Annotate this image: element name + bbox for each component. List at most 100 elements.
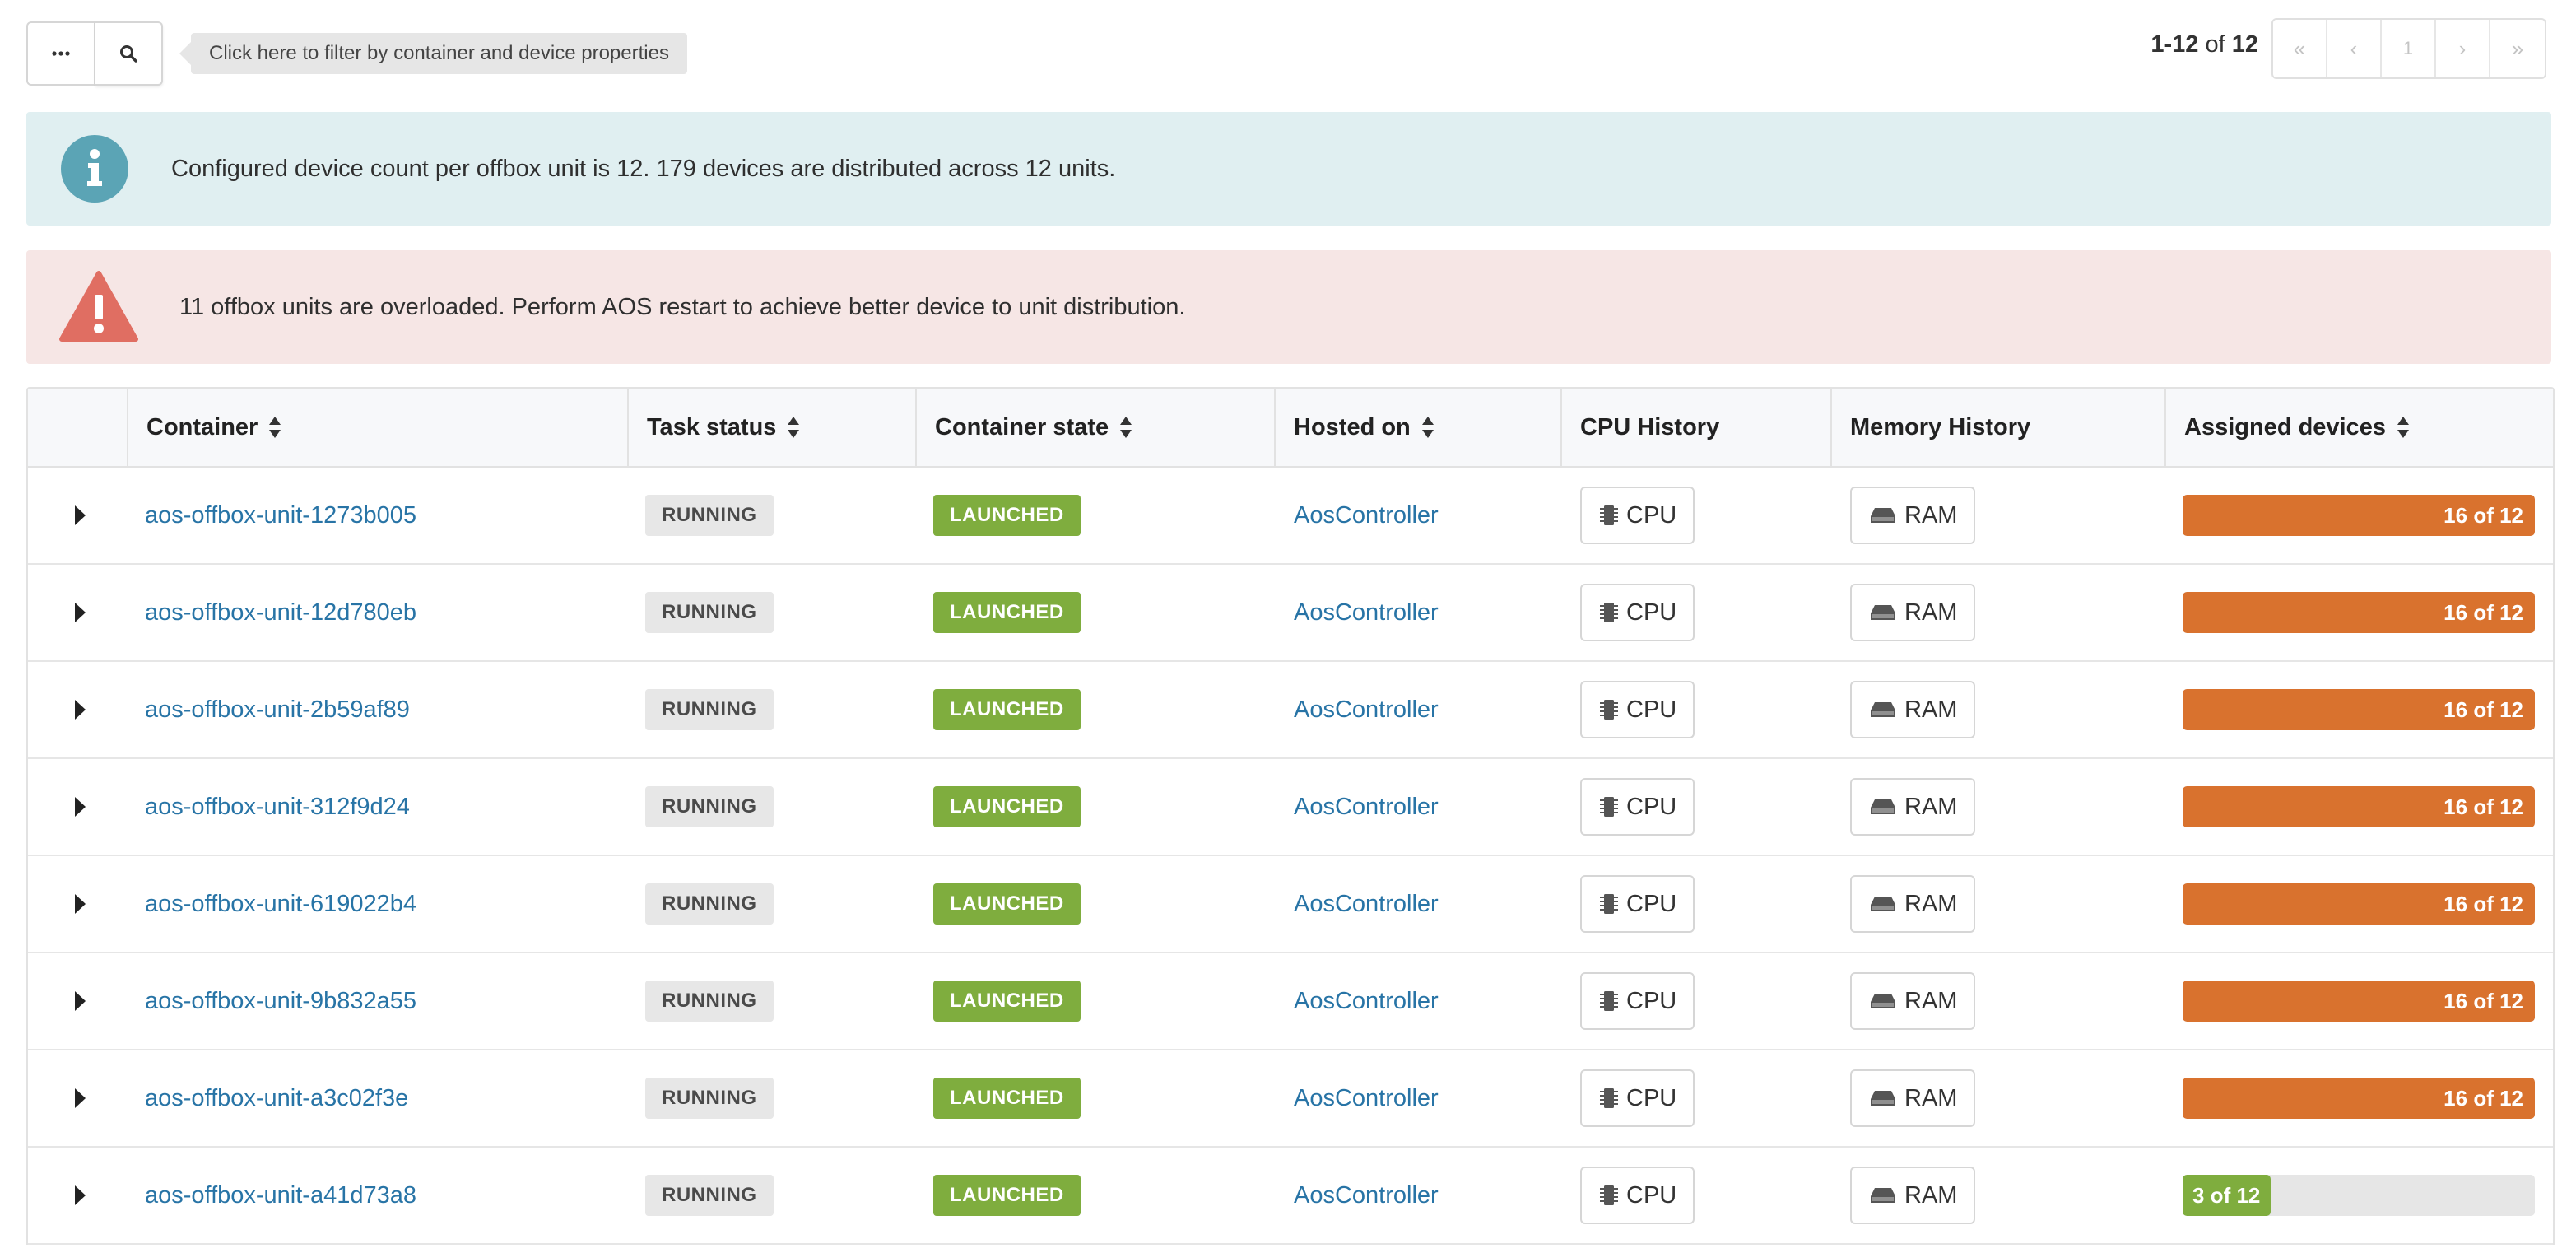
memory-history-button[interactable]: RAM xyxy=(1850,584,1976,641)
sort-icon[interactable] xyxy=(269,417,281,438)
cpu-history-button[interactable]: CPU xyxy=(1580,487,1695,544)
ram-drive-icon xyxy=(1871,702,1895,717)
sort-icon[interactable] xyxy=(1120,417,1132,438)
current-page-button[interactable]: 1 xyxy=(2382,20,2436,77)
hosted-on-link[interactable]: AosController xyxy=(1294,794,1439,821)
memory-history-button[interactable]: RAM xyxy=(1850,778,1976,836)
table-row: aos-offbox-unit-a41d73a8 RUNNING LAUNCHE… xyxy=(28,1148,2553,1245)
container-cell: aos-offbox-unit-a41d73a8 xyxy=(128,1148,629,1243)
assigned-devices-label: 16 of 12 xyxy=(2443,794,2523,819)
container-cell: aos-offbox-unit-12d780eb xyxy=(128,565,629,660)
pagination-of-label: of xyxy=(2205,31,2225,58)
hosted-on-link[interactable]: AosController xyxy=(1294,502,1439,529)
expand-row-toggle[interactable] xyxy=(28,565,128,660)
table-body: aos-offbox-unit-1273b005 RUNNING LAUNCHE… xyxy=(28,468,2553,1245)
container-link[interactable]: aos-offbox-unit-9b832a55 xyxy=(145,988,416,1015)
hosted-on-cell: AosController xyxy=(1276,662,1562,757)
sort-icon[interactable] xyxy=(788,417,800,438)
expand-row-toggle[interactable] xyxy=(28,759,128,855)
first-page-button[interactable]: « xyxy=(2273,20,2327,77)
warning-icon xyxy=(59,271,138,342)
column-header-label: CPU History xyxy=(1580,413,1720,440)
task-status-badge: RUNNING xyxy=(645,1078,774,1119)
expand-row-toggle[interactable] xyxy=(28,856,128,952)
column-header-container[interactable]: Container xyxy=(128,389,629,466)
assigned-devices-label: 16 of 12 xyxy=(2443,696,2523,722)
more-options-button[interactable] xyxy=(26,21,95,86)
container-link[interactable]: aos-offbox-unit-1273b005 xyxy=(145,502,416,529)
container-state-cell: LAUNCHED xyxy=(917,759,1276,855)
container-link[interactable]: aos-offbox-unit-12d780eb xyxy=(145,599,416,626)
task-status-badge: RUNNING xyxy=(645,592,774,633)
assigned-devices-bar: 16 of 12 xyxy=(2183,495,2535,536)
sort-icon[interactable] xyxy=(2397,417,2409,438)
assigned-devices-label: 16 of 12 xyxy=(2443,1085,2523,1111)
cpu-history-button[interactable]: CPU xyxy=(1580,584,1695,641)
sort-icon[interactable] xyxy=(1421,417,1434,438)
column-header-assigned-devices[interactable]: Assigned devices xyxy=(2166,389,2553,466)
task-status-badge: RUNNING xyxy=(645,1175,774,1216)
last-page-button[interactable]: » xyxy=(2490,20,2545,77)
assigned-devices-bar: 16 of 12 xyxy=(2183,981,2535,1022)
container-state-cell: LAUNCHED xyxy=(917,856,1276,952)
container-state-badge: LAUNCHED xyxy=(933,981,1081,1022)
cpu-history-button[interactable]: CPU xyxy=(1580,778,1695,836)
container-link[interactable]: aos-offbox-unit-a3c02f3e xyxy=(145,1085,408,1112)
memory-history-button[interactable]: RAM xyxy=(1850,1069,1976,1127)
next-page-button[interactable]: › xyxy=(2436,20,2490,77)
container-link[interactable]: aos-offbox-unit-312f9d24 xyxy=(145,794,410,821)
expand-row-toggle[interactable] xyxy=(28,1148,128,1243)
task-status-badge: RUNNING xyxy=(645,786,774,827)
container-state-badge: LAUNCHED xyxy=(933,1175,1081,1216)
cpu-chip-icon xyxy=(1600,1185,1618,1205)
hosted-on-link[interactable]: AosController xyxy=(1294,988,1439,1015)
previous-page-button[interactable]: ‹ xyxy=(2327,20,2382,77)
ellipsis-icon xyxy=(52,51,70,56)
hosted-on-link[interactable]: AosController xyxy=(1294,599,1439,626)
hosted-on-link[interactable]: AosController xyxy=(1294,891,1439,918)
memory-history-button[interactable]: RAM xyxy=(1850,487,1976,544)
task-status-cell: RUNNING xyxy=(629,1050,917,1146)
expand-row-toggle[interactable] xyxy=(28,662,128,757)
hosted-on-link[interactable]: AosController xyxy=(1294,1085,1439,1112)
cpu-label: CPU xyxy=(1626,696,1677,723)
cpu-history-cell: CPU xyxy=(1562,662,1832,757)
cpu-history-button[interactable]: CPU xyxy=(1580,681,1695,738)
memory-history-button[interactable]: RAM xyxy=(1850,1167,1976,1224)
column-header-task-status[interactable]: Task status xyxy=(629,389,917,466)
search-button[interactable] xyxy=(95,21,163,86)
column-header-memory-history: Memory History xyxy=(1832,389,2166,466)
container-state-cell: LAUNCHED xyxy=(917,662,1276,757)
cpu-history-button[interactable]: CPU xyxy=(1580,1069,1695,1127)
assigned-devices-label: 16 of 12 xyxy=(2443,502,2523,528)
memory-history-button[interactable]: RAM xyxy=(1850,681,1976,738)
container-link[interactable]: aos-offbox-unit-619022b4 xyxy=(145,891,416,918)
expand-row-toggle[interactable] xyxy=(28,1050,128,1146)
cpu-history-button[interactable]: CPU xyxy=(1580,875,1695,933)
cpu-history-button[interactable]: CPU xyxy=(1580,972,1695,1030)
cpu-history-button[interactable]: CPU xyxy=(1580,1167,1695,1224)
expand-row-toggle[interactable] xyxy=(28,468,128,563)
column-header-hosted-on[interactable]: Hosted on xyxy=(1276,389,1562,466)
memory-history-cell: RAM xyxy=(1832,468,2166,563)
cpu-history-cell: CPU xyxy=(1562,856,1832,952)
task-status-badge: RUNNING xyxy=(645,689,774,730)
assigned-devices-bar: 16 of 12 xyxy=(2183,883,2535,925)
container-state-cell: LAUNCHED xyxy=(917,468,1276,563)
memory-history-button[interactable]: RAM xyxy=(1850,972,1976,1030)
task-status-cell: RUNNING xyxy=(629,662,917,757)
pagination-summary: 1-12 of 12 xyxy=(2151,31,2258,58)
container-link[interactable]: aos-offbox-unit-a41d73a8 xyxy=(145,1182,416,1209)
hosted-on-link[interactable]: AosController xyxy=(1294,696,1439,724)
ram-label: RAM xyxy=(1904,696,1958,723)
task-status-cell: RUNNING xyxy=(629,856,917,952)
hosted-on-link[interactable]: AosController xyxy=(1294,1182,1439,1209)
container-link[interactable]: aos-offbox-unit-2b59af89 xyxy=(145,696,410,724)
containers-table: Container Task status Container state Ho… xyxy=(26,387,2555,1245)
hosted-on-cell: AosController xyxy=(1276,468,1562,563)
expand-row-toggle[interactable] xyxy=(28,953,128,1049)
filter-hint-tooltip[interactable]: Click here to filter by container and de… xyxy=(179,33,687,74)
memory-history-button[interactable]: RAM xyxy=(1850,875,1976,933)
memory-history-cell: RAM xyxy=(1832,565,2166,660)
column-header-container-state[interactable]: Container state xyxy=(917,389,1276,466)
